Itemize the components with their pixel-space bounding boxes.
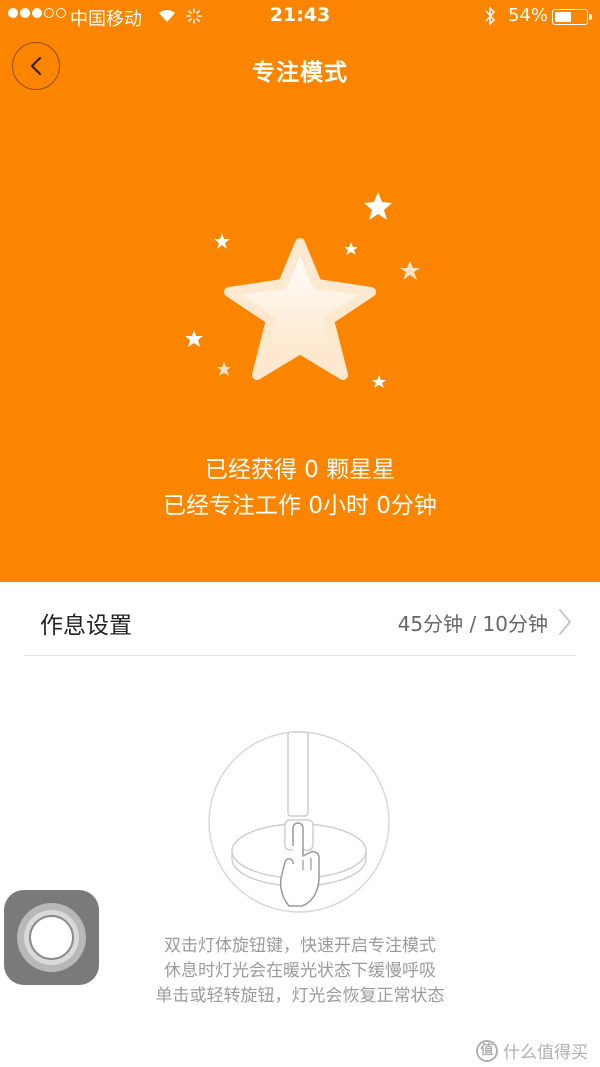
- instruction-line: 单击或轻转旋钮，灯光会恢复正常状态: [155, 986, 445, 1006]
- small-star-icon: [344, 242, 358, 255]
- big-star-icon: [224, 238, 376, 380]
- lamp-knob-illustration: [208, 731, 390, 913]
- battery-icon: [552, 9, 592, 25]
- watermark-logo-icon: 值: [476, 1039, 498, 1062]
- focus-time-text: 已经专注工作 0小时 0分钟: [163, 493, 437, 519]
- stars-earned-text: 已经获得 0 颗星星: [204, 457, 396, 483]
- focus-hero: 中国移动 21:43 54% 专注模式 已经获得 0 颗星星 已经专注工作 0小…: [0, 0, 600, 582]
- page-title: 专注模式: [252, 60, 348, 86]
- small-star-icon: [372, 375, 386, 388]
- rest-schedule-row[interactable]: 作息设置 45分钟 / 10分钟: [24, 592, 576, 656]
- rest-schedule-label: 作息设置: [40, 613, 132, 639]
- rest-schedule-value: 45分钟 / 10分钟: [397, 612, 548, 636]
- watermark: 值 什么值得买: [476, 1038, 588, 1063]
- bluetooth-icon: [485, 6, 496, 26]
- chevron-right-icon: [559, 609, 571, 635]
- status-bar: 中国移动 21:43 54%: [0, 0, 600, 34]
- small-star-icon: [185, 330, 203, 347]
- watermark-text: 什么值得买: [503, 1043, 588, 1063]
- stars-illustration: [185, 192, 420, 388]
- assistive-touch-button[interactable]: [4, 890, 99, 985]
- small-star-icon: [364, 192, 392, 220]
- small-star-icon: [400, 261, 420, 280]
- small-star-icon: [217, 362, 231, 376]
- small-star-icon: [214, 233, 230, 249]
- battery-percentage: 54%: [508, 5, 549, 26]
